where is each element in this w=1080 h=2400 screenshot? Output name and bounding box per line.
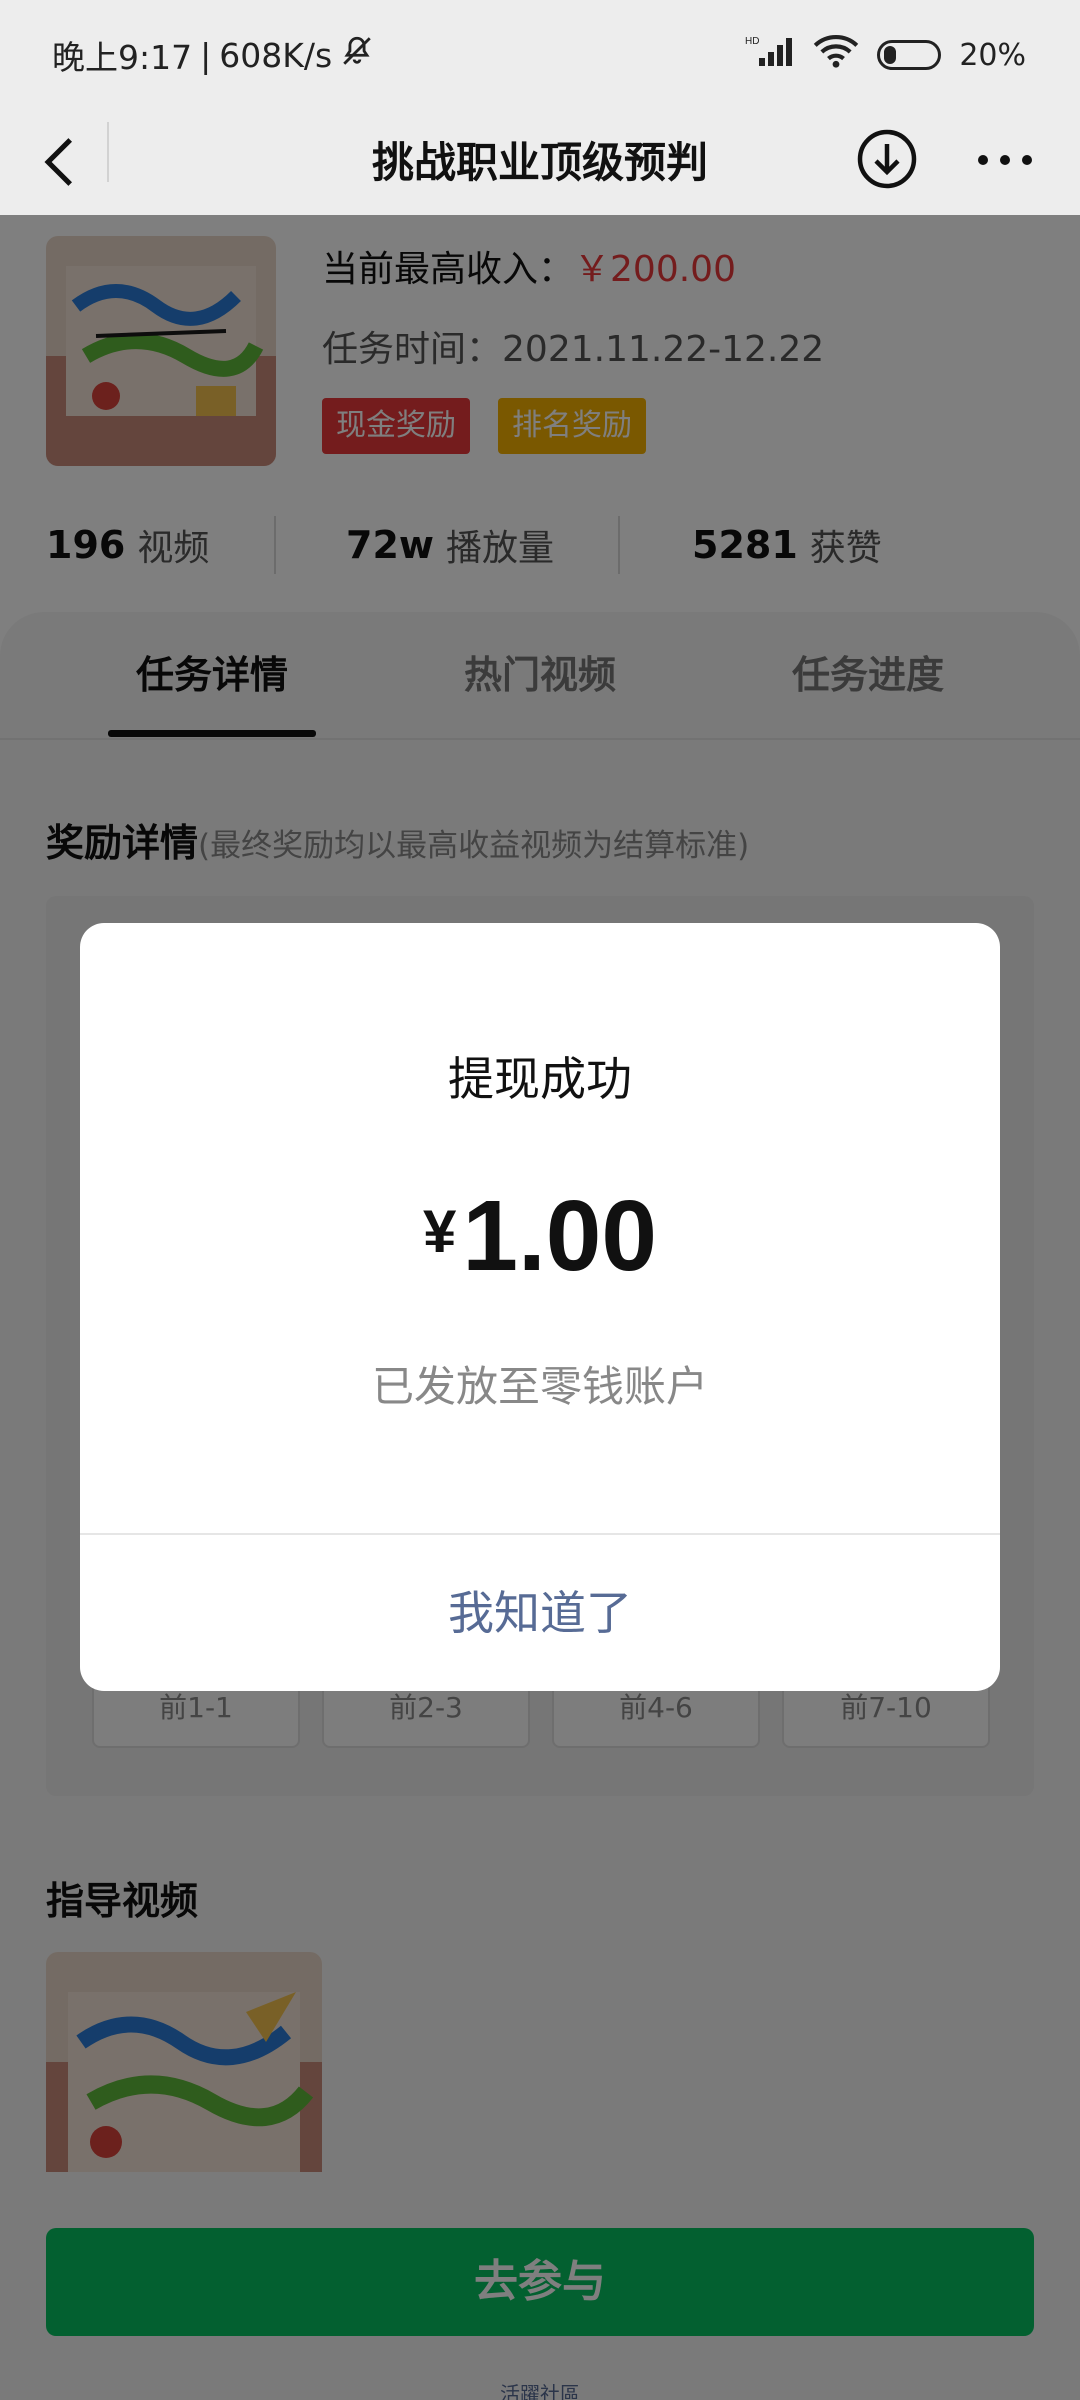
battery-icon — [877, 40, 942, 70]
mute-icon — [340, 34, 374, 76]
wifi-icon — [813, 34, 859, 76]
battery-level: 20% — [959, 37, 1026, 73]
dialog-amount: ¥1.00 — [80, 1179, 1000, 1294]
dialog-subtitle: 已发放至零钱账户 — [371, 1362, 708, 1411]
download-icon — [857, 129, 917, 189]
download-button[interactable] — [856, 128, 918, 190]
status-right: HD 20% — [745, 34, 1026, 76]
more-dot — [978, 155, 988, 165]
status-bar: 晚上9:17 | 608K/s HD 20% — [0, 0, 1080, 110]
status-speed: 608K/s — [219, 35, 333, 75]
page-title: 挑战职业顶级预判 — [371, 138, 708, 187]
more-dot — [1000, 155, 1010, 165]
signal-icon: HD — [745, 34, 795, 76]
nav-bar: 挑战职业顶级预判 — [0, 110, 1080, 215]
more-dot — [1022, 155, 1032, 165]
status-separator: | — [200, 35, 212, 75]
network-type: HD — [745, 36, 759, 47]
amount-value: 1.00 — [462, 1180, 657, 1292]
status-left: 晚上9:17 | 608K/s — [52, 31, 374, 79]
status-time: 晚上9:17 — [52, 38, 193, 77]
confirm-button[interactable]: 我知道了 — [80, 1535, 1000, 1691]
withdraw-success-dialog: 提现成功 ¥1.00 已发放至零钱账户 我知道了 — [80, 923, 1000, 1691]
dialog-title: 提现成功 — [448, 1052, 632, 1106]
currency-symbol: ¥ — [422, 1198, 457, 1265]
more-button[interactable] — [978, 148, 1032, 172]
